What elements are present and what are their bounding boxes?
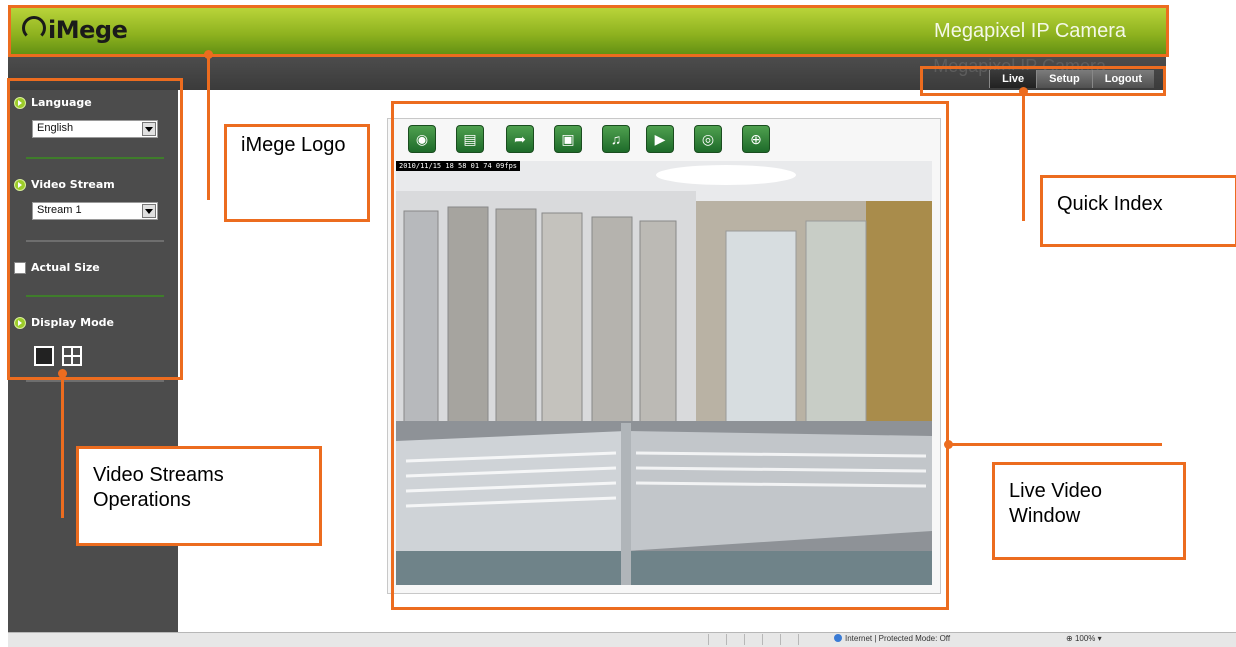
status-cell xyxy=(744,634,759,645)
divider xyxy=(26,380,164,382)
connector-line xyxy=(61,375,64,518)
zoom-level: 100% xyxy=(1074,634,1096,643)
connector-line xyxy=(207,56,210,200)
video-streams-annotation: Video Streams Operations xyxy=(76,446,322,546)
quick-index-callout-box xyxy=(920,66,1166,96)
security-zone-text: Internet | Protected Mode: Off xyxy=(845,634,951,643)
status-cell xyxy=(762,634,777,645)
zoom-control[interactable]: ⊕ 100% ▾ xyxy=(1066,634,1102,643)
logo-header-callout-box xyxy=(8,5,1169,57)
connector-line xyxy=(950,443,1162,446)
logo-annotation: iMege Logo xyxy=(224,124,370,222)
security-zone: Internet | Protected Mode: Off xyxy=(834,634,950,643)
status-cell xyxy=(708,634,723,645)
browser-status-bar: Internet | Protected Mode: Off ⊕ 100% ▾ xyxy=(8,632,1236,647)
magnifier-icon: ⊕ xyxy=(1066,634,1073,643)
status-cell xyxy=(780,634,795,645)
status-cell xyxy=(726,634,741,645)
globe-icon xyxy=(834,634,842,642)
quick-index-annotation: Quick Index xyxy=(1040,175,1236,247)
sidebar-callout-box xyxy=(7,78,183,380)
video-callout-box xyxy=(391,101,949,610)
connector-line xyxy=(1022,93,1025,221)
status-cell xyxy=(798,634,813,645)
live-video-annotation: Live Video Window xyxy=(992,462,1186,560)
